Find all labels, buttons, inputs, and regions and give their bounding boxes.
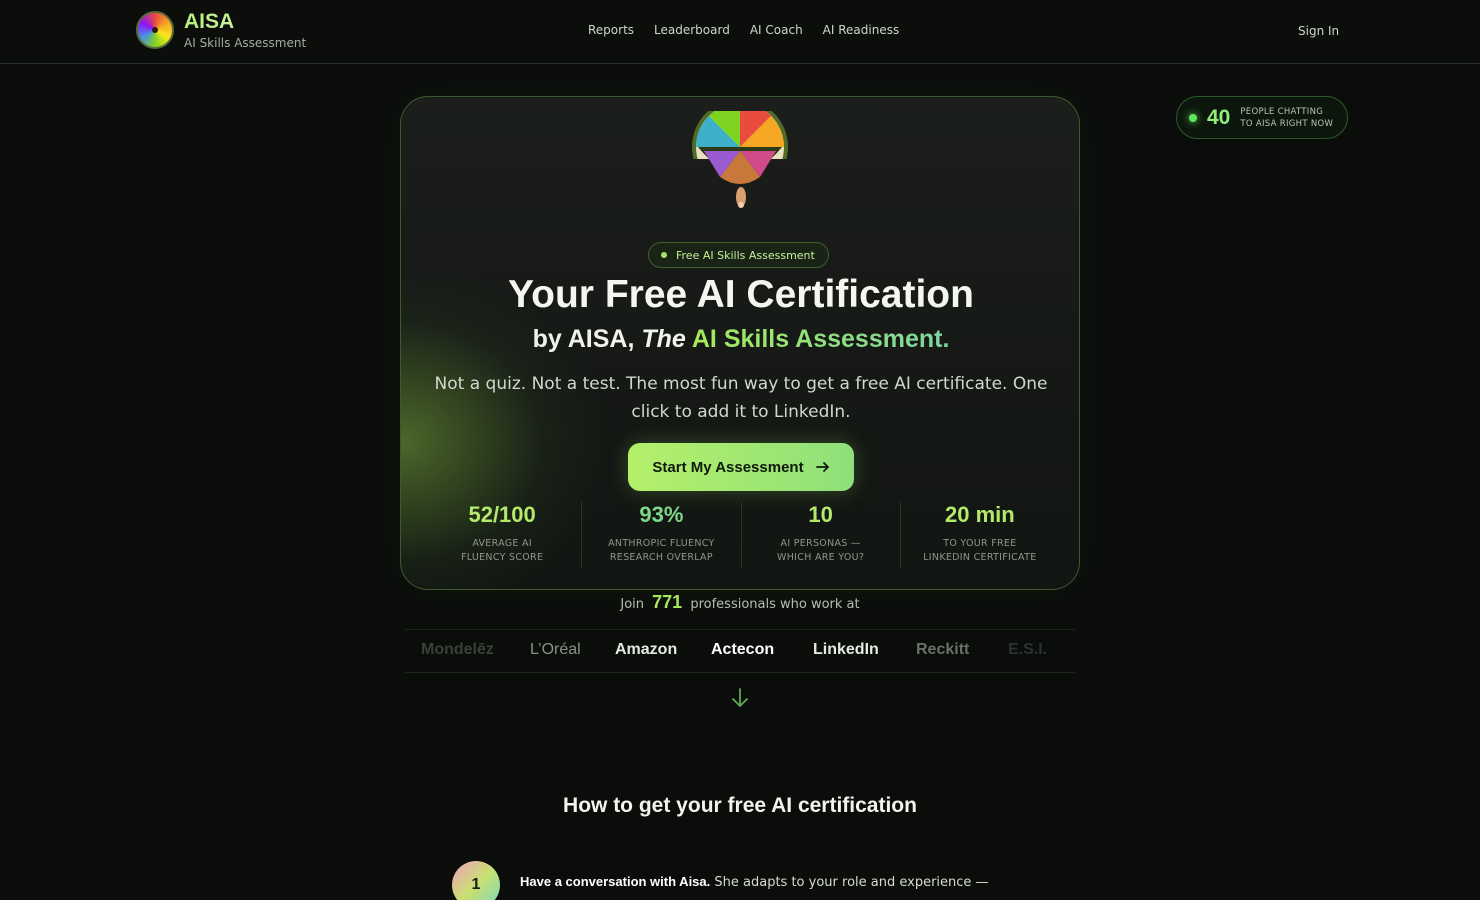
brand-subtitle: AI Skills Assessment (184, 36, 307, 50)
live-label-line1: PEOPLE CHATTING (1240, 106, 1324, 117)
stat-personas: 10 AI PERSONAS — WHICH ARE YOU? (742, 502, 901, 568)
subtitle-the: The (641, 325, 686, 353)
step-1-text: Have a conversation with Aisa. She adapt… (520, 874, 989, 890)
start-assessment-label: Start My Assessment (652, 458, 804, 476)
stat-label-line2: FLUENCY SCORE (460, 552, 544, 563)
tag-dot-icon (661, 252, 667, 258)
nav-ai-readiness[interactable]: AI Readiness (823, 23, 900, 37)
stat-fluency-score: 52/100 AVERAGE AI FLUENCY SCORE (423, 502, 583, 568)
site-header: AISA AI Skills Assessment Reports Leader… (0, 0, 1480, 64)
stat-label-line2: RESEARCH OVERLAP (609, 552, 713, 563)
stat-label-line1: AI PERSONAS — (780, 538, 861, 549)
stat-label: TO YOUR FREE LINKEDIN CERTIFICATE (901, 537, 1059, 565)
join-count: 771 (652, 592, 683, 612)
company-logo: Amazon (615, 641, 678, 658)
company-logo: Actecon (711, 641, 775, 658)
nav-leaderboard[interactable]: Leaderboard (654, 23, 730, 37)
stat-label-line1: ANTHROPIC FLUENCY (608, 538, 715, 549)
sign-in-link[interactable]: Sign In (1298, 24, 1339, 38)
brand-name: AISA (184, 10, 306, 34)
hero-card: Free AI Skills Assessment Your Free AI C… (400, 96, 1080, 590)
stat-value: 52/100 (468, 502, 536, 527)
subtitle-highlight: AI Skills Assessment. (691, 325, 950, 353)
company-logo: E.S.I. (1008, 641, 1048, 658)
hero-title: Your Free AI Certification (508, 273, 974, 316)
how-section-title: How to get your free AI certification (563, 794, 917, 817)
start-assessment-button[interactable]: Start My Assessment (628, 443, 854, 491)
nav-ai-coach[interactable]: AI Coach (750, 23, 803, 37)
join-prefix: Join (620, 597, 644, 612)
main-nav: Reports Leaderboard AI Coach AI Readines… (588, 23, 899, 37)
company-logo: LinkedIn (813, 641, 879, 658)
join-line: Join 771 professionals who work at (0, 592, 1480, 613)
citrus-slice-icon (692, 111, 788, 208)
stat-label: AVERAGE AI FLUENCY SCORE (423, 537, 581, 565)
stat-value: 20 min (945, 502, 1015, 527)
citrus-logo-icon (136, 11, 174, 49)
arrow-down-icon[interactable] (730, 687, 750, 709)
step-number-badge: 1 (452, 861, 500, 900)
live-count: 40 (1207, 105, 1231, 129)
join-suffix: professionals who work at (690, 597, 860, 612)
stats-row: 52/100 AVERAGE AI FLUENCY SCORE 93% ANTHR… (423, 502, 1059, 568)
subtitle-prefix: by AISA, (532, 325, 642, 353)
hero-description: Not a quiz. Not a test. The most fun way… (434, 374, 1048, 422)
stat-label-line2: LINKEDIN CERTIFICATE (923, 552, 1037, 563)
hero-subtitle: by AISA, The AI Skills Assessment. (401, 325, 1081, 354)
stat-label-line2: WHICH ARE YOU? (777, 552, 865, 563)
step-1-desc: She adapts to your role and experience — (710, 875, 989, 890)
live-label: PEOPLE CHATTING TO AISA RIGHT NOW (1240, 106, 1333, 130)
stat-research-overlap: 93% ANTHROPIC FLUENCY RESEARCH OVERLAP (582, 502, 742, 568)
brand-logo[interactable]: AISA AI Skills Assessment (136, 10, 306, 50)
stat-label: ANTHROPIC FLUENCY RESEARCH OVERLAP (582, 537, 740, 565)
stat-label-line1: AVERAGE AI (472, 538, 532, 549)
free-assessment-tag: Free AI Skills Assessment (648, 242, 829, 268)
stat-time-to-certificate: 20 min TO YOUR FREE LINKEDIN CERTIFICATE (901, 502, 1059, 568)
stat-label-line1: TO YOUR FREE (943, 538, 1017, 549)
nav-reports[interactable]: Reports (588, 23, 634, 37)
brand-text: AISA AI Skills Assessment (184, 10, 306, 50)
live-indicator-icon (1189, 113, 1197, 122)
arrow-right-icon (815, 462, 829, 472)
stat-value: 10 (808, 502, 833, 527)
live-chatting-badge: 40 PEOPLE CHATTING TO AISA RIGHT NOW (1176, 96, 1348, 139)
step-1-bold: Have a conversation with Aisa. (520, 874, 711, 889)
company-logo: Mondelēz (421, 641, 494, 658)
company-logo: L’Oréal (530, 641, 581, 658)
live-label-line2: TO AISA RIGHT NOW (1240, 118, 1334, 129)
tag-label: Free AI Skills Assessment (676, 248, 815, 262)
company-logo-strip: Mondelēz L’Oréal Amazon Actecon LinkedIn… (405, 629, 1075, 673)
company-logo: Reckitt (916, 641, 970, 658)
stat-value: 93% (639, 502, 684, 527)
stat-label: AI PERSONAS — WHICH ARE YOU? (742, 537, 900, 565)
